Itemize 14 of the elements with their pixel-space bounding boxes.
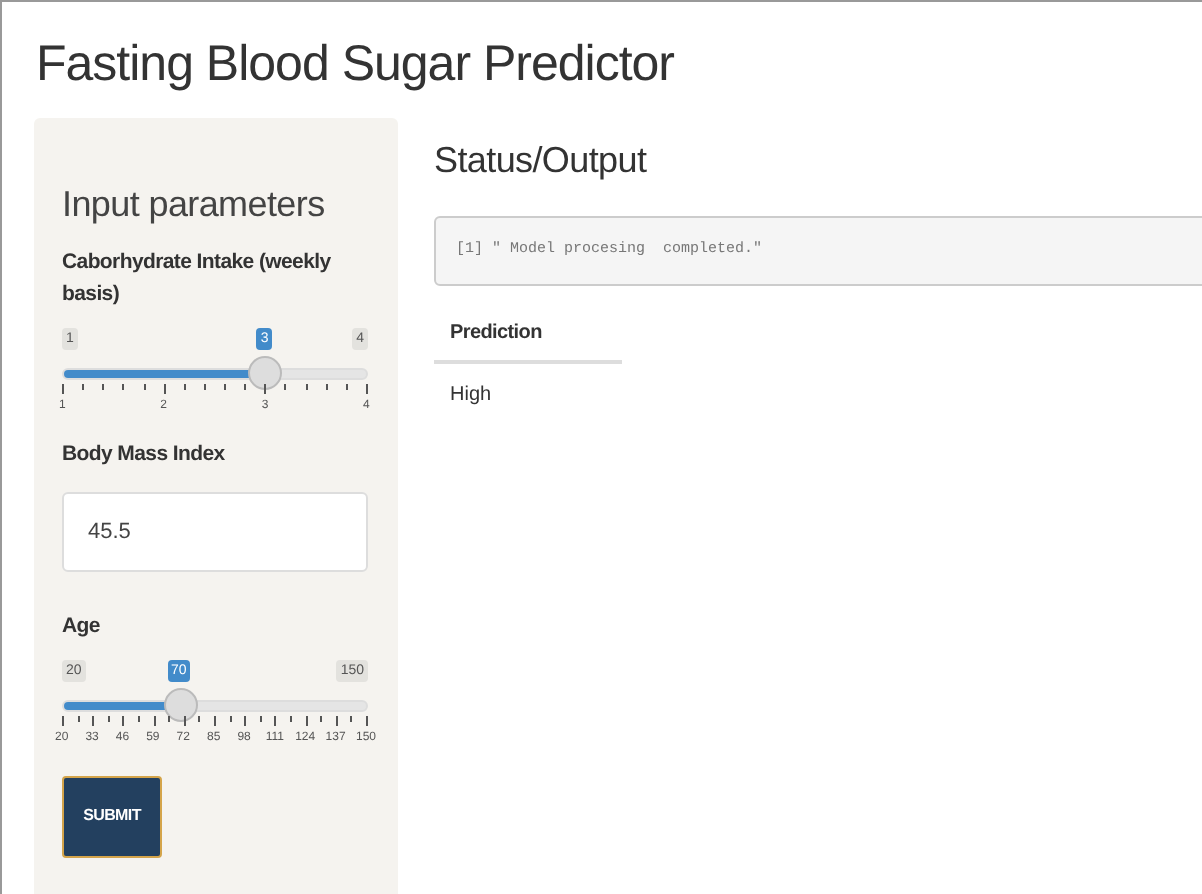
page-title: Fasting Blood Sugar Predictor xyxy=(36,34,677,96)
slider-thumb[interactable] xyxy=(163,687,198,722)
slider-thumb[interactable] xyxy=(248,355,283,390)
number-field[interactable]: 45.5 xyxy=(62,491,368,572)
section-heading: Status/Output xyxy=(434,138,649,184)
column-header: Prediction xyxy=(434,306,622,362)
field-label: Caborhydrate Intake (weekly basis) xyxy=(62,248,333,310)
slider-track[interactable] xyxy=(62,367,368,380)
field-label: Age xyxy=(62,611,100,642)
panel-heading: Input parameters xyxy=(62,182,327,228)
submit-button[interactable]: SUBMIT xyxy=(62,775,162,858)
table-cell: High xyxy=(434,362,622,426)
field-label: Body Mass Index xyxy=(62,439,225,470)
slider-track[interactable] xyxy=(62,699,368,712)
